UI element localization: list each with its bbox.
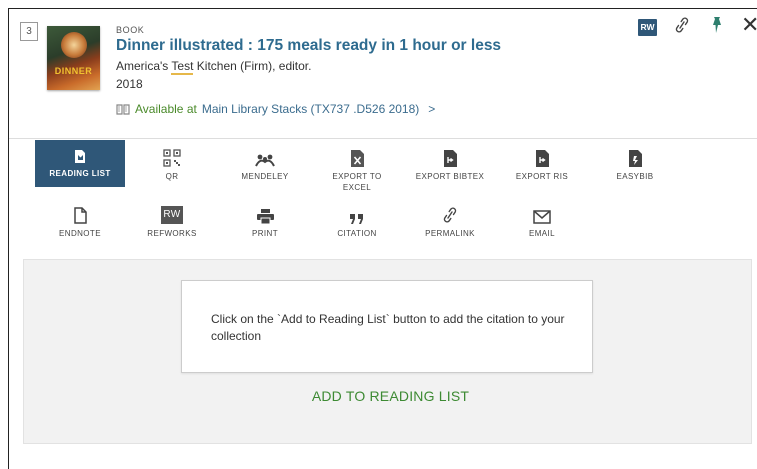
author-prefix: America's bbox=[116, 59, 172, 73]
availability-status: Available at bbox=[135, 102, 197, 116]
tool-label: EXPORT TO EXCEL bbox=[332, 172, 382, 192]
tool-export-bibtex[interactable]: EXPORT BIBTEX bbox=[405, 145, 495, 182]
tool-export-ris[interactable]: EXPORT RIS bbox=[497, 145, 587, 182]
section-divider bbox=[9, 138, 757, 139]
print-icon bbox=[220, 202, 310, 224]
reading-list-icon bbox=[35, 140, 125, 164]
tool-label: EMAIL bbox=[528, 229, 555, 238]
tool-label: EASYBIB bbox=[616, 172, 654, 181]
tool-permalink[interactable]: PERMALINK bbox=[405, 202, 495, 239]
excel-icon bbox=[312, 145, 402, 167]
cover-plate-image bbox=[61, 32, 87, 58]
tool-label: PRINT bbox=[252, 229, 278, 238]
refworks-icon: RW bbox=[127, 202, 217, 224]
resource-type: BOOK bbox=[116, 25, 145, 35]
tool-label: READING LIST bbox=[49, 169, 111, 178]
cover-title: DINNER bbox=[54, 66, 93, 76]
book-cover-thumbnail[interactable]: DINNER bbox=[47, 26, 100, 90]
tool-refworks[interactable]: RW REFWORKS bbox=[127, 202, 217, 239]
tool-label: PERMALINK bbox=[425, 229, 475, 238]
pin-icon[interactable] bbox=[710, 16, 724, 39]
tool-label: REFWORKS bbox=[147, 229, 197, 238]
tool-endnote[interactable]: ENDNOTE bbox=[35, 202, 125, 239]
record-author: America's Test Kitchen (Firm), editor. bbox=[116, 59, 312, 75]
book-availability-icon bbox=[116, 103, 130, 115]
tool-print[interactable]: PRINT bbox=[220, 202, 310, 239]
refworks-badge-button[interactable]: RW bbox=[638, 19, 657, 36]
tool-reading-list[interactable]: READING LIST bbox=[35, 140, 125, 187]
add-to-reading-list-button[interactable]: ADD TO READING LIST bbox=[0, 388, 757, 404]
tool-label: QR bbox=[165, 172, 179, 181]
endnote-icon bbox=[35, 202, 125, 224]
bibtex-icon bbox=[405, 145, 495, 167]
tool-mendeley[interactable]: MENDELEY bbox=[220, 145, 310, 182]
tool-export-excel[interactable]: EXPORT TO EXCEL bbox=[312, 145, 402, 193]
tool-label: EXPORT RIS bbox=[515, 172, 569, 181]
tool-qr[interactable]: QR bbox=[127, 145, 217, 182]
ris-icon bbox=[497, 145, 587, 167]
record-title[interactable]: Dinner illustrated : 175 meals ready in … bbox=[116, 37, 501, 55]
chevron-right-icon: > bbox=[428, 102, 436, 116]
reading-list-message: Click on the `Add to Reading List` butto… bbox=[211, 312, 565, 343]
result-index: 3 bbox=[20, 22, 38, 41]
reading-list-message-box: Click on the `Add to Reading List` butto… bbox=[181, 280, 593, 373]
tool-label: CITATION bbox=[337, 229, 377, 238]
availability-link[interactable]: Available at Main Library Stacks (TX737 … bbox=[116, 102, 435, 116]
add-button-label: ADD TO READING LIST bbox=[311, 388, 470, 404]
close-icon[interactable]: ✕ bbox=[741, 14, 757, 36]
link-icon[interactable] bbox=[674, 16, 690, 39]
easybib-icon bbox=[590, 145, 680, 167]
author-suffix: Kitchen (Firm), editor. bbox=[193, 59, 312, 73]
tool-email[interactable]: EMAIL bbox=[497, 202, 587, 239]
publication-year: 2018 bbox=[116, 77, 143, 91]
citation-icon bbox=[312, 202, 402, 224]
tool-label: EXPORT BIBTEX bbox=[415, 172, 485, 181]
tool-citation[interactable]: CITATION bbox=[312, 202, 402, 239]
mendeley-icon bbox=[220, 145, 310, 167]
email-icon bbox=[497, 202, 587, 224]
availability-location: Main Library Stacks (TX737 .D526 2018) bbox=[201, 102, 420, 116]
author-highlight: Test bbox=[171, 59, 194, 75]
tool-label: ENDNOTE bbox=[59, 229, 101, 238]
permalink-icon bbox=[405, 202, 495, 224]
tool-easybib[interactable]: EASYBIB bbox=[590, 145, 680, 182]
tool-label: MENDELEY bbox=[241, 172, 289, 181]
qr-code-icon bbox=[127, 145, 217, 167]
